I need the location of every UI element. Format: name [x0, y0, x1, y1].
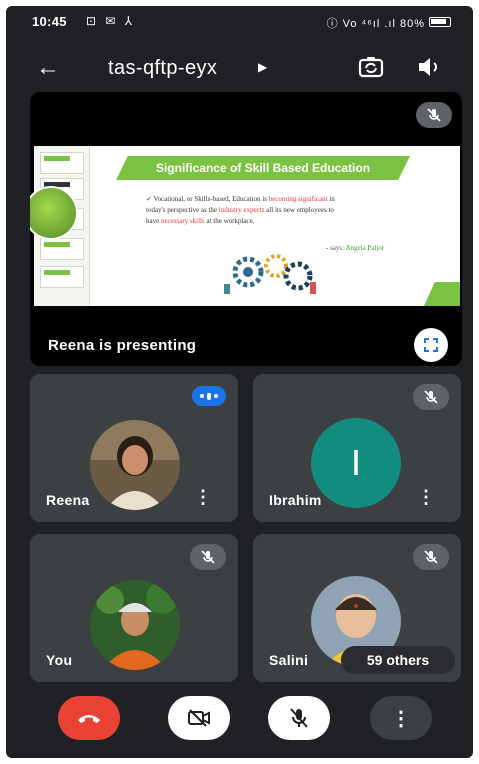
more-options-button[interactable]: ⋮ [370, 696, 432, 740]
speaker-icon[interactable] [415, 54, 443, 80]
camera-toggle-button[interactable] [168, 696, 230, 740]
slide-title: Significance of Skill Based Education [155, 161, 371, 175]
call-controls: ⋮ [6, 696, 473, 752]
participant-name: Reena [46, 492, 90, 508]
camera-switch-icon[interactable] [357, 54, 385, 80]
participant-tile-you[interactable]: You [30, 534, 238, 682]
participant-tile-ibrahim[interactable]: I Ibrahim ⋮ [253, 374, 461, 522]
others-count-chip[interactable]: 59 others [341, 646, 455, 674]
meeting-header: ← tas-qftp-eyx ▶ [6, 46, 473, 90]
presentation-tile[interactable]: Significance of Skill Based Education ✓ … [30, 92, 462, 366]
participant-tile-reena[interactable]: Reena ⋮ [30, 374, 238, 522]
avatar [90, 420, 180, 510]
notification-icons: ⊡ ✉ ⅄ [86, 14, 136, 28]
signal-icons: ⓘ Vo ⁴⁶ıl .ıl 80% [326, 18, 425, 30]
meeting-code[interactable]: tas-qftp-eyx [108, 57, 217, 80]
slide-body: ✓ Vocational, or Skills-based, Education… [146, 195, 335, 225]
shared-slide: Significance of Skill Based Education ✓ … [30, 146, 460, 306]
end-call-button[interactable] [58, 696, 120, 740]
more-vert-icon[interactable]: ⋮ [417, 488, 435, 506]
mic-off-icon [290, 708, 308, 728]
mic-off-icon [413, 544, 449, 570]
avatar [90, 580, 180, 670]
avatar: I [311, 418, 401, 508]
status-time: 10:45 [32, 14, 67, 29]
participant-name: Salini [269, 652, 309, 668]
slide-thumbnail [40, 266, 84, 288]
mic-toggle-button[interactable] [268, 696, 330, 740]
gears-illustration [224, 254, 316, 294]
more-vert-icon: ⋮ [391, 707, 411, 730]
participant-name: Ibrahim [269, 492, 322, 508]
slide-quote: - says: Angela Paljor [326, 244, 385, 252]
back-arrow-icon[interactable]: ← [36, 54, 60, 82]
participant-name: You [46, 652, 73, 668]
meet-screen: 10:45 ⊡ ✉ ⅄ ⓘ Vo ⁴⁶ıl .ıl 80% ← tas-qftp… [6, 6, 473, 758]
speaking-indicator-icon [192, 386, 226, 406]
presenting-caption: Reena is presenting [48, 337, 197, 354]
status-bar: 10:45 ⊡ ✉ ⅄ ⓘ Vo ⁴⁶ıl .ıl 80% [6, 6, 473, 38]
fullscreen-icon [424, 338, 438, 352]
slide-thumbnail [40, 238, 84, 260]
slide-title-banner: Significance of Skill Based Education [116, 156, 410, 180]
phone-hangup-icon [78, 715, 100, 723]
participant-tile-salini[interactable]: Salini 59 others [253, 534, 461, 682]
meeting-details-chevron-icon[interactable]: ▶ [258, 60, 267, 74]
mic-off-icon [190, 544, 226, 570]
slide-corner-decoration [424, 282, 460, 306]
camera-off-icon [188, 709, 210, 727]
battery-icon [429, 17, 451, 27]
slide-thumbnail [40, 152, 84, 174]
mic-off-icon [413, 384, 449, 410]
fullscreen-button[interactable] [414, 328, 448, 362]
more-vert-icon[interactable]: ⋮ [194, 488, 212, 506]
mic-off-icon [416, 102, 452, 128]
